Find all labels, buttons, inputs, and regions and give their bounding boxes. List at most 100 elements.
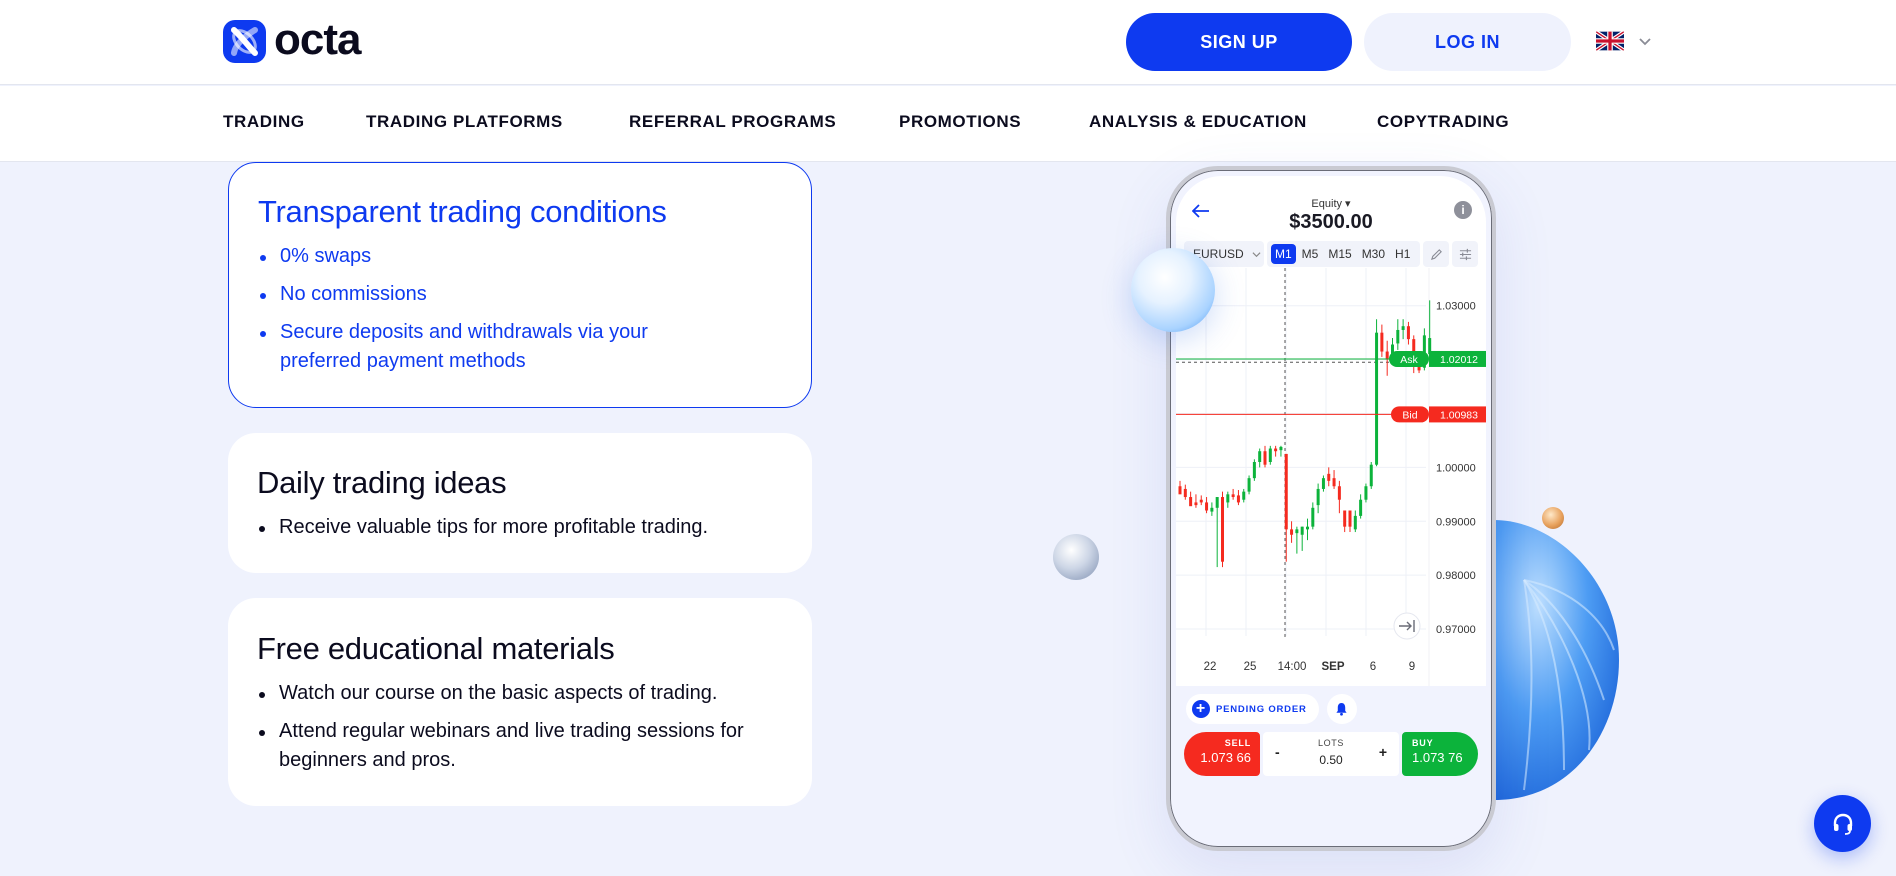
- feature-title: Transparent trading conditions: [258, 194, 667, 229]
- candle-body: [1252, 462, 1256, 479]
- feature-title: Free educational materials: [257, 631, 615, 666]
- candle-body: [1375, 332, 1379, 465]
- alerts-button[interactable]: [1326, 694, 1357, 724]
- equity-label-text: Equity: [1311, 198, 1342, 210]
- candle-body: [1321, 478, 1325, 489]
- trading-app-screen: Equity ▾ $3500.00 i EURUSD M1 M5 M15 M30…: [1176, 176, 1486, 841]
- candle-body: [1311, 507, 1315, 527]
- candle-body: [1199, 499, 1203, 503]
- order-tools: + PENDING ORDER: [1186, 694, 1357, 724]
- x-tick-label: 9: [1409, 661, 1415, 673]
- octa-logo-icon: [223, 20, 266, 63]
- candle-body: [1406, 326, 1410, 340]
- buy-label: BUY: [1412, 738, 1434, 748]
- bell-icon: [1336, 702, 1347, 716]
- nav-analysis-education[interactable]: ANALYSIS & EDUCATION: [1089, 112, 1307, 132]
- timeframe-m30[interactable]: M30: [1358, 244, 1389, 264]
- candle-body: [1316, 488, 1320, 506]
- nav-copytrading[interactable]: COPYTRADING: [1377, 112, 1509, 132]
- candle-body: [1189, 497, 1193, 507]
- candle-body: [1343, 510, 1347, 527]
- pending-order-label: PENDING ORDER: [1216, 703, 1307, 715]
- x-tick-label: 6: [1370, 661, 1376, 673]
- nav-trading-platforms[interactable]: TRADING PLATFORMS: [366, 112, 563, 132]
- log-in-button[interactable]: LOG IN: [1364, 13, 1571, 71]
- equity-value: $3500.00: [1289, 211, 1373, 233]
- indicators-button[interactable]: [1452, 241, 1478, 267]
- chevron-down-icon: [1252, 251, 1261, 257]
- timeframe-h1[interactable]: H1: [1391, 244, 1414, 264]
- timeframe-m15[interactable]: M15: [1324, 244, 1355, 264]
- timeframe-m5[interactable]: M5: [1298, 244, 1323, 264]
- info-icon[interactable]: i: [1454, 201, 1472, 219]
- candlestick-chart[interactable]: 1.030001.020001.010001.000000.990000.980…: [1176, 268, 1486, 686]
- candle-body: [1380, 332, 1384, 352]
- feature-title: Daily trading ideas: [257, 465, 507, 500]
- candle-body: [1401, 326, 1405, 330]
- candle-body: [1263, 451, 1267, 465]
- sell-button[interactable]: SELL 1.073 66: [1184, 732, 1260, 776]
- chart-panel: Equity ▾ $3500.00 i EURUSD M1 M5 M15 M30…: [1176, 176, 1486, 686]
- uk-flag-icon: [1596, 30, 1624, 52]
- candle-body: [1210, 507, 1214, 512]
- feature-card-educational-materials[interactable]: Free educational materials Watch our cou…: [228, 598, 812, 806]
- x-tick-label: 22: [1204, 661, 1217, 673]
- headset-icon: [1833, 813, 1852, 835]
- candle-body: [1279, 446, 1283, 451]
- candle-body: [1300, 526, 1304, 535]
- candle-body: [1268, 448, 1272, 462]
- gold-orb-decoration: [1542, 507, 1564, 529]
- candle-body: [1327, 473, 1331, 481]
- nav-promotions[interactable]: PROMOTIONS: [899, 112, 1021, 132]
- timeframe-m1[interactable]: M1: [1271, 244, 1296, 264]
- language-selector[interactable]: [1596, 30, 1652, 52]
- draw-tool-button[interactable]: [1423, 241, 1449, 267]
- ask-price-label: 1.02012: [1440, 354, 1478, 366]
- trade-panel: SELL 1.073 66 - LOTS 0.50 + BUY 1.073 76: [1184, 732, 1478, 776]
- glass-orb-decoration: [1131, 248, 1215, 332]
- feature-bullets: Receive valuable tips for more profitabl…: [257, 513, 783, 542]
- pending-order-button[interactable]: + PENDING ORDER: [1186, 694, 1319, 724]
- support-chat-button[interactable]: [1814, 795, 1871, 852]
- candle-body: [1332, 478, 1336, 487]
- lots-stepper[interactable]: - LOTS 0.50 +: [1263, 732, 1399, 776]
- feature-bullets: Watch our course on the basic aspects of…: [257, 679, 783, 775]
- plus-icon: +: [1192, 700, 1210, 718]
- candle-body: [1194, 502, 1198, 506]
- feature-bullet: 0% swaps: [258, 242, 782, 271]
- feature-bullet: Secure deposits and withdrawals via your…: [258, 318, 658, 376]
- x-tick-label: 14:00: [1278, 661, 1307, 673]
- feature-card-daily-ideas[interactable]: Daily trading ideas Receive valuable tip…: [228, 433, 812, 573]
- candle-body: [1295, 529, 1299, 534]
- sell-label: SELL: [1224, 738, 1251, 748]
- candle-body: [1369, 464, 1373, 487]
- phone-mockup: Equity ▾ $3500.00 i EURUSD M1 M5 M15 M30…: [1166, 166, 1496, 851]
- y-tick-label: 0.97000: [1436, 624, 1476, 636]
- equity-label[interactable]: Equity ▾: [1176, 197, 1486, 210]
- candle-body: [1247, 478, 1251, 492]
- candle-body: [1396, 329, 1400, 344]
- silver-orb-decoration: [1053, 534, 1099, 580]
- feature-bullet: Watch our course on the basic aspects of…: [257, 679, 783, 708]
- candle-body: [1385, 351, 1389, 360]
- top-header: octa SIGN UP LOG IN: [0, 0, 1896, 85]
- candle-body: [1231, 494, 1235, 498]
- buy-button[interactable]: BUY 1.073 76: [1402, 732, 1478, 776]
- octa-logo[interactable]: octa: [223, 17, 361, 63]
- feature-bullet: No commissions: [258, 280, 782, 309]
- sign-up-button[interactable]: SIGN UP: [1126, 13, 1352, 71]
- nav-trading[interactable]: TRADING: [223, 112, 305, 132]
- nav-referral-programs[interactable]: REFERRAL PROGRAMS: [629, 112, 836, 132]
- candle-body: [1226, 494, 1230, 503]
- lots-increase-button[interactable]: +: [1379, 744, 1387, 760]
- candle-body: [1258, 451, 1262, 462]
- buy-price: 1.073 76: [1412, 750, 1463, 765]
- pencil-icon: [1430, 248, 1442, 260]
- candle-body: [1337, 486, 1341, 500]
- sell-price: 1.073 66: [1200, 750, 1251, 765]
- y-tick-label: 1.00000: [1436, 462, 1476, 474]
- feature-card-transparent-conditions[interactable]: Transparent trading conditions 0% swaps …: [228, 162, 812, 408]
- candle-body: [1290, 529, 1294, 535]
- candle-body: [1306, 526, 1309, 530]
- candle-body: [1284, 453, 1288, 530]
